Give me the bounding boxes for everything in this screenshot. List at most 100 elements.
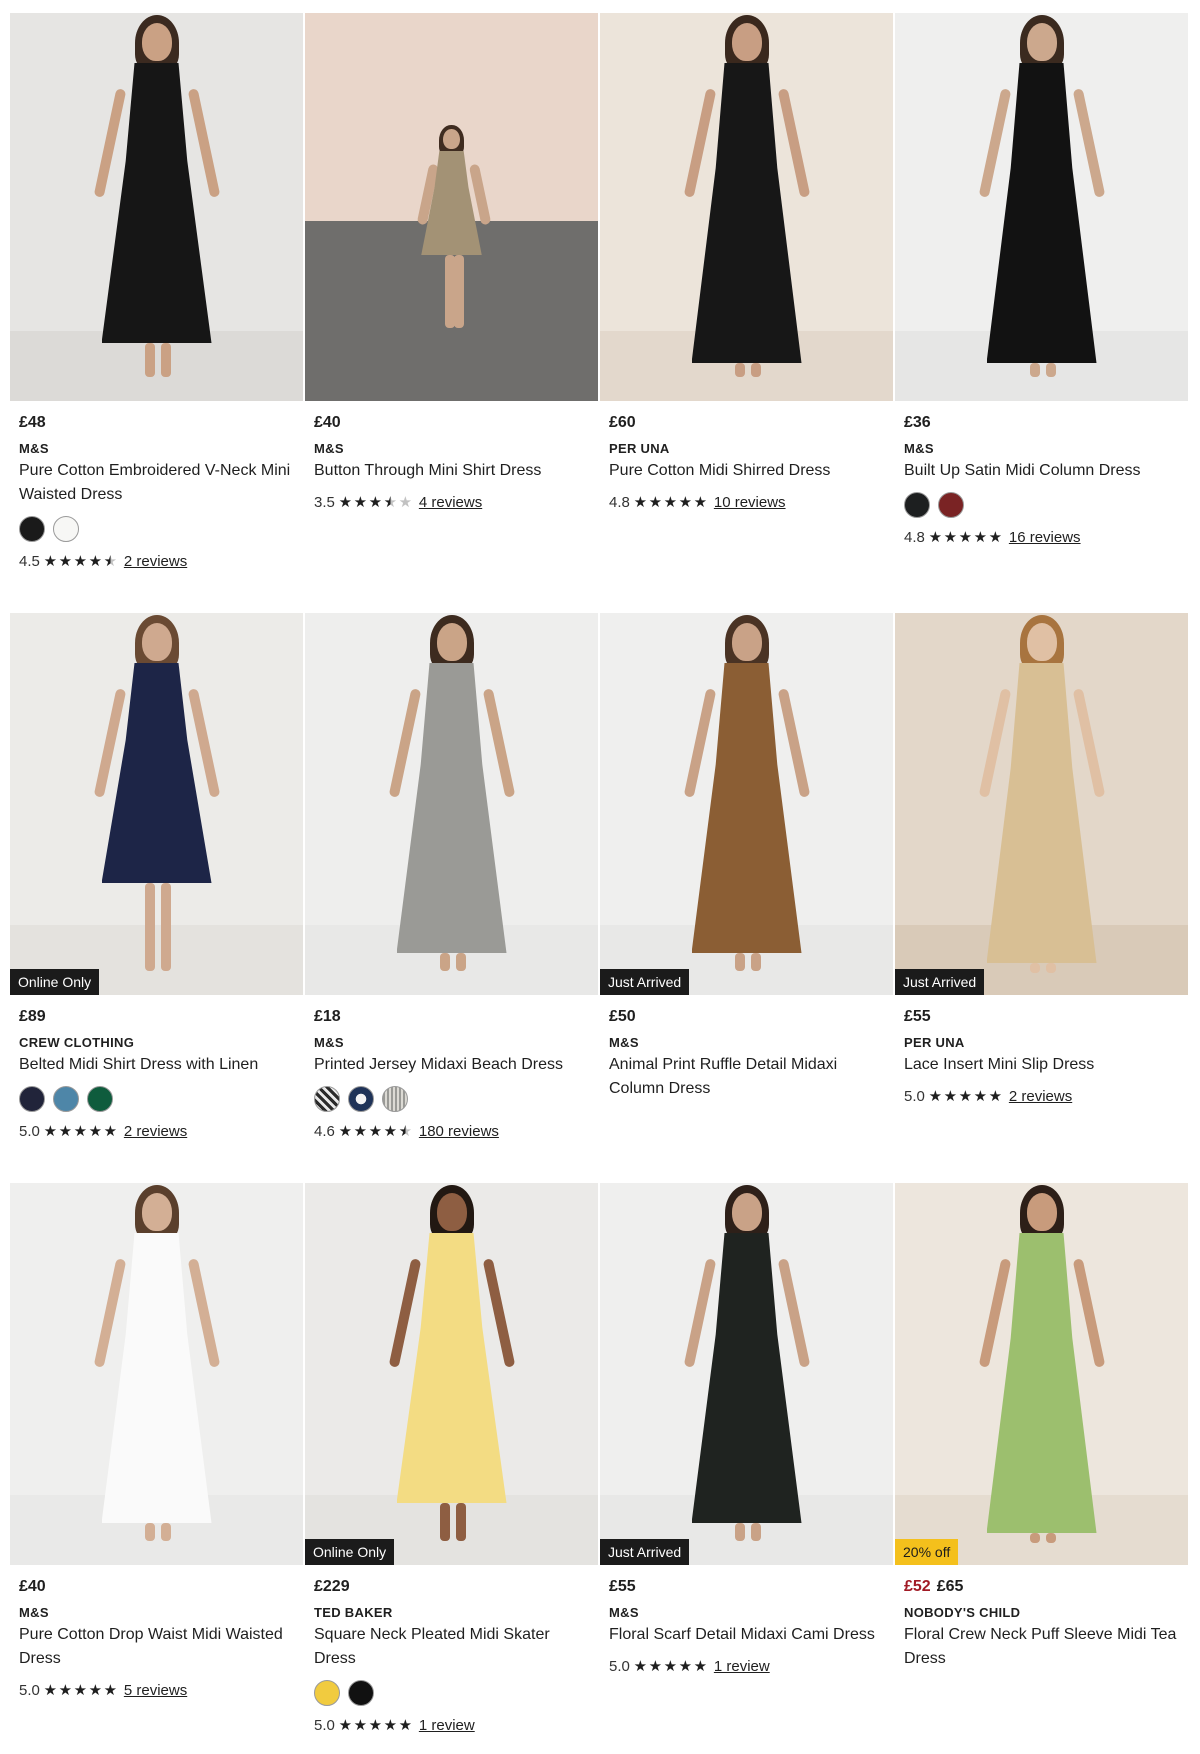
star-icon: ★ [383, 1122, 398, 1140]
reviews-link[interactable]: 2 reviews [124, 553, 187, 570]
product-image[interactable]: Online Only [10, 613, 303, 995]
model-head [1026, 1193, 1057, 1231]
reviews-link[interactable]: 2 reviews [1009, 1088, 1072, 1105]
product-card[interactable]: £48 M&S Pure Cotton Embroidered V-Neck Min… [10, 13, 303, 613]
product-card[interactable]: Just Arrived £55 PER UNA Lace Insert Mini S… [895, 613, 1188, 1183]
product-rating: 5.0 ★ ★ ★ ★ ★ 2 reviews [19, 1120, 294, 1142]
product-image[interactable] [10, 13, 303, 401]
product-name-link[interactable]: Pure Cotton Drop Waist Midi Waisted Dres… [19, 1623, 294, 1671]
star-icon: ★ [678, 1657, 693, 1675]
star-icon: ★ [368, 1122, 383, 1140]
product-rating: 5.0 ★ ★ ★ ★ ★ 5 reviews [19, 1679, 294, 1701]
product-name-link[interactable]: Lace Insert Mini Slip Dress [904, 1053, 1179, 1077]
model-head [141, 23, 172, 61]
model-leg [734, 1523, 745, 1541]
star-icon: ★ [988, 528, 1003, 546]
product-name-link[interactable]: Floral Crew Neck Puff Sleeve Midi Tea Dr… [904, 1623, 1179, 1671]
product-name-link[interactable]: Pure Cotton Embroidered V-Neck Mini Wais… [19, 459, 294, 507]
product-image[interactable]: Just Arrived [600, 613, 893, 995]
colour-swatch[interactable] [382, 1086, 408, 1112]
model-leg [453, 255, 464, 329]
model-arm [683, 1258, 716, 1368]
product-image[interactable] [305, 13, 598, 401]
colour-swatch[interactable] [348, 1086, 374, 1112]
product-name-link[interactable]: Belted Midi Shirt Dress with Linen [19, 1053, 294, 1077]
reviews-link[interactable]: 180 reviews [419, 1123, 499, 1140]
rating-stars: ★ ★ ★ ★ ★ [43, 1124, 118, 1139]
product-image[interactable]: Online Only [305, 1183, 598, 1565]
product-price: £40 [314, 414, 341, 431]
star-icon: ★ [648, 493, 663, 511]
product-info: £52 £65 NOBODY'S CHILD Floral Crew Neck Puf… [895, 1565, 1188, 1671]
model-figure [87, 1183, 227, 1565]
product-image[interactable] [305, 613, 598, 995]
product-name-link[interactable]: Pure Cotton Midi Shirred Dress [609, 459, 884, 483]
colour-swatch[interactable] [904, 492, 930, 518]
colour-swatch[interactable] [314, 1086, 340, 1112]
model-figure [677, 613, 817, 995]
product-image[interactable] [600, 13, 893, 401]
product-card[interactable]: Online Only £89 CREW CLOTHING Belted Midi S… [10, 613, 303, 1183]
product-name-link[interactable]: Printed Jersey Midaxi Beach Dress [314, 1053, 589, 1077]
model-leg [439, 1503, 450, 1541]
product-name-link[interactable]: Built Up Satin Midi Column Dress [904, 459, 1179, 483]
product-card[interactable]: Online Only £229 TED BAKER Square Neck Plea… [305, 1183, 598, 1754]
star-icon: ★ [43, 1681, 58, 1699]
colour-swatch[interactable] [53, 1086, 79, 1112]
product-rating: 3.5 ★ ★ ★ ★ ★ 4 reviews [314, 491, 589, 513]
model-arm [482, 1258, 515, 1368]
colour-swatch[interactable] [87, 1086, 113, 1112]
star-icon: ★ [398, 1122, 413, 1140]
model-head [731, 1193, 762, 1231]
product-rating: 5.0 ★ ★ ★ ★ ★ 1 review [314, 1714, 589, 1736]
star-icon: ★ [103, 1681, 118, 1699]
product-card[interactable]: Just Arrived £55 M&S Floral Scarf Detail Mi… [600, 1183, 893, 1754]
product-grid: £48 M&S Pure Cotton Embroidered V-Neck Min… [10, 13, 1190, 1754]
product-image[interactable]: 20% off [895, 1183, 1188, 1565]
reviews-link[interactable]: 1 review [714, 1658, 770, 1675]
colour-swatch[interactable] [314, 1680, 340, 1706]
product-badge: Just Arrived [895, 969, 985, 995]
product-image[interactable] [895, 13, 1188, 401]
product-brand: M&S [19, 441, 49, 456]
model-arm [777, 1258, 810, 1368]
star-icon: ★ [73, 1122, 88, 1140]
product-info: £55 PER UNA Lace Insert Mini Slip Dress 5.0… [895, 995, 1188, 1107]
product-price: £229 [314, 1578, 350, 1595]
product-card[interactable]: £60 PER UNA Pure Cotton Midi Shirred Dress… [600, 13, 893, 613]
reviews-link[interactable]: 5 reviews [124, 1682, 187, 1699]
star-icon: ★ [973, 1087, 988, 1105]
colour-swatch[interactable] [53, 516, 79, 542]
rating-value: 4.5 [19, 552, 40, 570]
product-card[interactable]: £36 M&S Built Up Satin Midi Column Dress 4.… [895, 13, 1188, 613]
product-name-link[interactable]: Floral Scarf Detail Midaxi Cami Dress [609, 1623, 884, 1647]
product-image[interactable]: Just Arrived [895, 613, 1188, 995]
product-card[interactable]: £40 M&S Pure Cotton Drop Waist Midi Waiste… [10, 1183, 303, 1754]
model-arm [978, 88, 1011, 198]
reviews-link[interactable]: 2 reviews [124, 1123, 187, 1140]
star-icon: ★ [383, 1716, 398, 1734]
colour-swatch[interactable] [938, 492, 964, 518]
reviews-link[interactable]: 1 review [419, 1717, 475, 1734]
product-name-link[interactable]: Animal Print Ruffle Detail Midaxi Column… [609, 1053, 884, 1101]
colour-swatch[interactable] [19, 1086, 45, 1112]
model-figure [87, 613, 227, 995]
reviews-link[interactable]: 4 reviews [419, 494, 482, 511]
product-card[interactable]: £18 M&S Printed Jersey Midaxi Beach Dress 4… [305, 613, 598, 1183]
product-image[interactable]: Just Arrived [600, 1183, 893, 1565]
colour-swatch[interactable] [348, 1680, 374, 1706]
colour-swatch[interactable] [19, 516, 45, 542]
rating-value: 4.8 [904, 528, 925, 546]
star-icon: ★ [398, 493, 413, 511]
reviews-link[interactable]: 10 reviews [714, 494, 786, 511]
model-arm [683, 88, 716, 198]
product-name-link[interactable]: Button Through Mini Shirt Dress [314, 459, 589, 483]
product-image[interactable] [10, 1183, 303, 1565]
product-card[interactable]: £40 M&S Button Through Mini Shirt Dress 3.5… [305, 13, 598, 613]
product-brand: PER UNA [609, 441, 670, 456]
product-price: £60 [609, 414, 636, 431]
product-card[interactable]: 20% off £52 £65 NOBODY'S CHILD Floral Crew N… [895, 1183, 1188, 1754]
product-card[interactable]: Just Arrived £50 M&S Animal Print Ruffle De… [600, 613, 893, 1183]
product-name-link[interactable]: Square Neck Pleated Midi Skater Dress [314, 1623, 589, 1671]
reviews-link[interactable]: 16 reviews [1009, 529, 1081, 546]
